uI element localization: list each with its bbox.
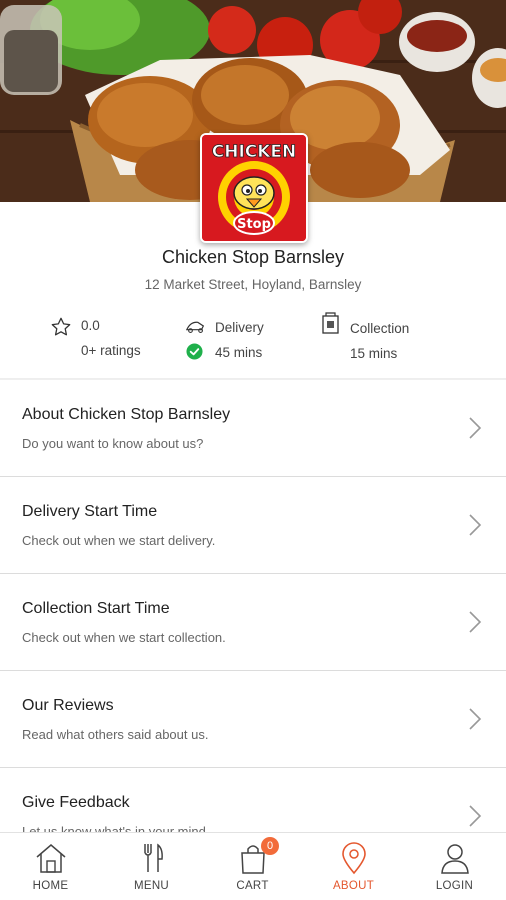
menu-item-title: Our Reviews [22, 697, 114, 714]
menu-item-title: About Chicken Stop Barnsley [22, 406, 231, 423]
bottom-tab-bar: HOME MENU 0 CART ABOUT LOGIN [0, 832, 506, 900]
menu-item-about[interactable]: About Chicken Stop Barnsley Do you want … [0, 380, 506, 477]
store-stats: 0.0 0+ ratings Delivery 45 mins Collecti… [0, 312, 506, 368]
chevron-right-icon [468, 707, 482, 736]
collection-time: 15 mins [350, 346, 398, 361]
delivery-time: 45 mins [215, 345, 263, 360]
chevron-right-icon [468, 416, 482, 445]
tab-menu[interactable]: MENU [101, 833, 202, 900]
collection-label: Collection [350, 321, 410, 336]
tab-cart[interactable]: 0 CART [202, 833, 303, 900]
menu-item-reviews[interactable]: Our Reviews Read what others said about … [0, 671, 506, 768]
menu-item-subtitle: Check out when we start collection. [22, 630, 226, 645]
menu-item-subtitle: Check out when we start delivery. [22, 533, 216, 548]
menu-item-title: Give Feedback [22, 794, 130, 811]
user-icon [438, 841, 472, 880]
collection-bag-icon [321, 312, 341, 339]
check-circle-icon [186, 343, 203, 365]
store-address: 12 Market Street, Hoyland, Barnsley [144, 277, 362, 292]
store-name: Chicken Stop Barnsley [161, 247, 345, 267]
tab-login[interactable]: LOGIN [404, 833, 505, 900]
location-pin-icon [337, 841, 371, 880]
svg-text:CHICKEN: CHICKEN [212, 142, 297, 162]
menu-item-subtitle: Read what others said about us. [22, 727, 209, 742]
tab-label: CART [236, 880, 269, 892]
tab-label: ABOUT [332, 880, 375, 892]
menu-item-subtitle: Do you want to know about us? [22, 436, 204, 451]
star-icon [50, 316, 72, 343]
delivery-label: Delivery [215, 320, 264, 335]
menu-item-title: Collection Start Time [22, 600, 170, 617]
tab-home[interactable]: HOME [0, 833, 101, 900]
restaurant-logo: Stop CHICKEN [200, 133, 308, 243]
chevron-right-icon [468, 610, 482, 639]
rating-count: 0+ ratings [81, 343, 141, 358]
home-icon [34, 841, 68, 880]
tab-label: LOGIN [435, 880, 474, 892]
tab-about[interactable]: ABOUT [303, 833, 404, 900]
menu-item-delivery-start[interactable]: Delivery Start Time Check out when we st… [0, 477, 506, 574]
tab-label: MENU [133, 880, 170, 892]
chevron-right-icon [468, 804, 482, 833]
menu-item-collection-start[interactable]: Collection Start Time Check out when we … [0, 574, 506, 671]
cutlery-icon [135, 841, 169, 880]
about-menu-list: About Chicken Stop Barnsley Do you want … [0, 380, 506, 865]
delivery-icon [185, 317, 207, 340]
svg-text:Stop: Stop [237, 217, 271, 232]
menu-item-title: Delivery Start Time [22, 503, 158, 520]
tab-label: HOME [32, 880, 69, 892]
cart-count-badge: 0 [261, 837, 279, 855]
rating-value: 0.0 [81, 318, 100, 333]
chevron-right-icon [468, 513, 482, 542]
